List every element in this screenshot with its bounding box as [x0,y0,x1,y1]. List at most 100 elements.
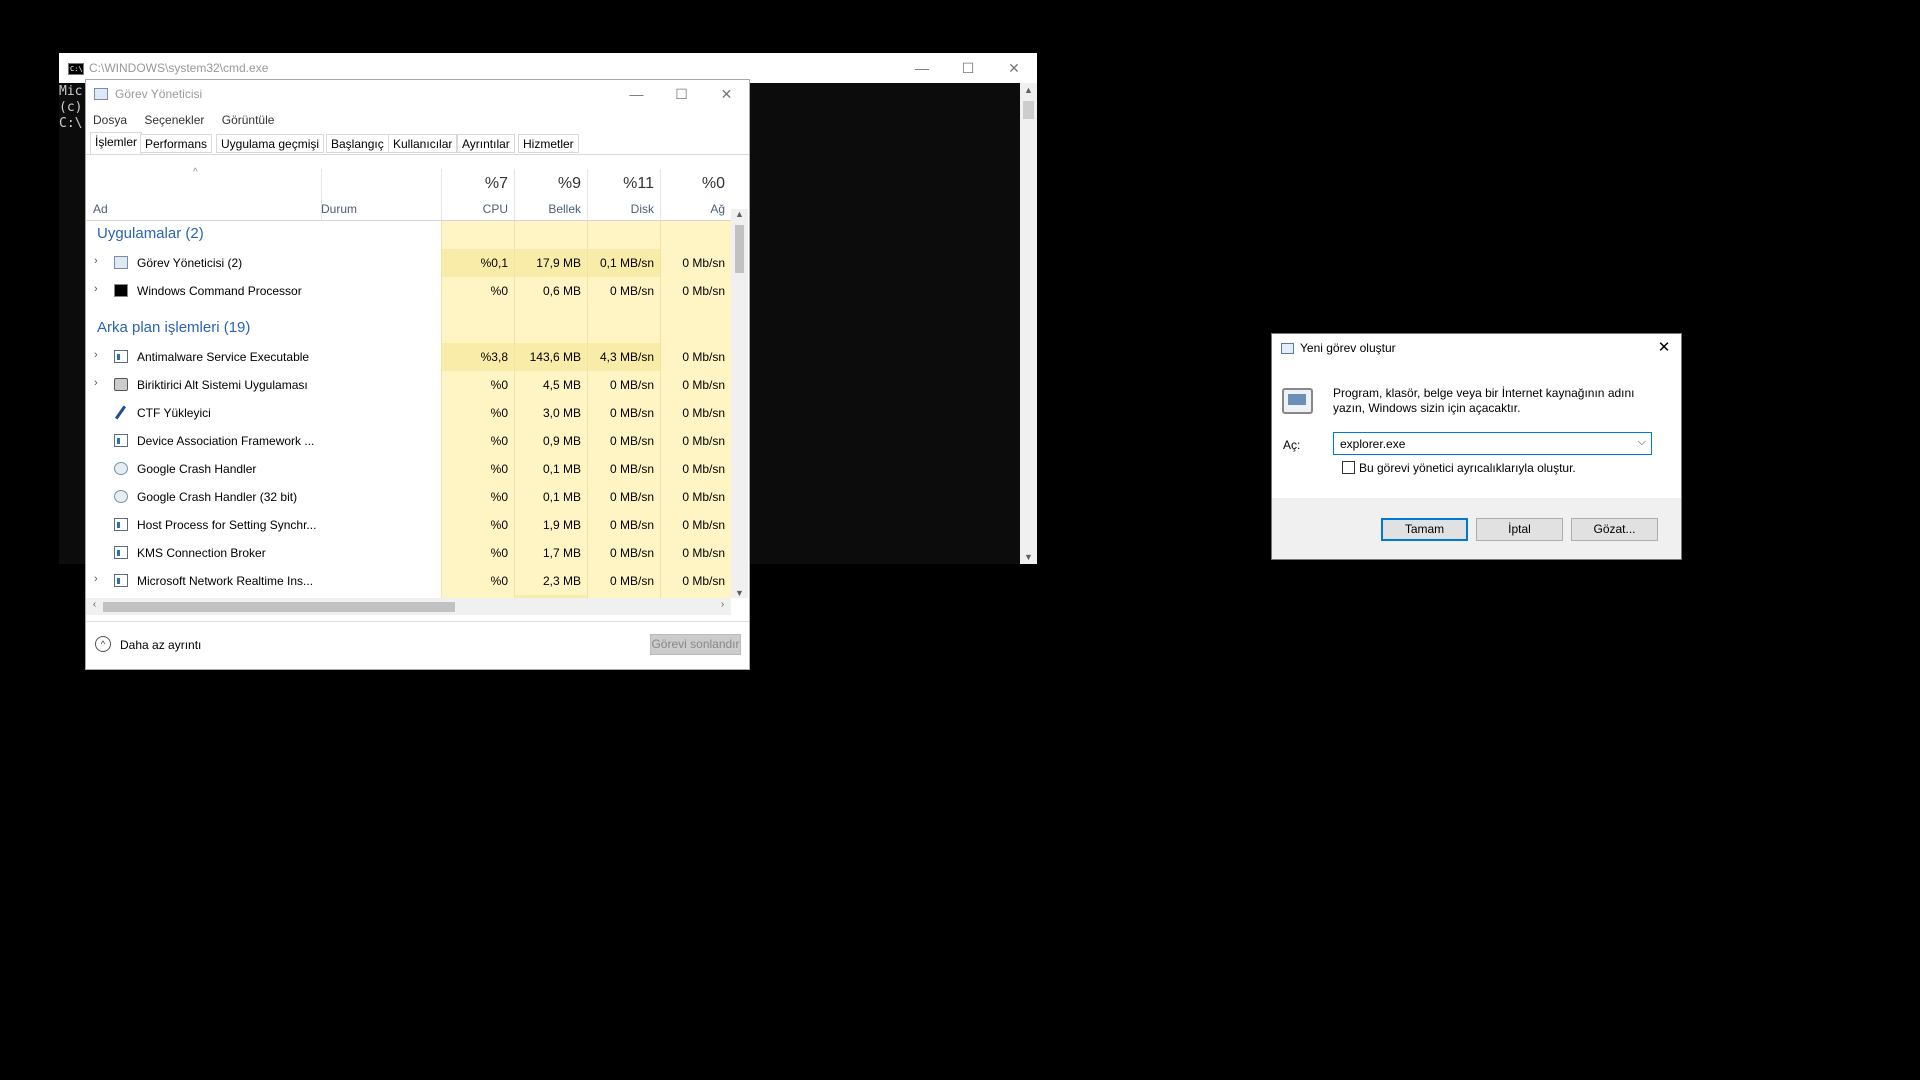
column-cpu[interactable]: %7 CPU [441,169,514,220]
expand-chevron-icon[interactable]: › [94,573,98,585]
tm-minimize-button[interactable]: — [614,80,659,108]
task-manager-window: Görev Yöneticisi — ☐ ✕ Dosya Seçenekler … [85,79,750,670]
disk-total: %11 [623,175,654,192]
table-row[interactable]: Google Crash Handler %0 0,1 MB 0 MB/sn 0… [86,455,731,483]
column-network[interactable]: %0 Ağ [660,169,731,220]
table-row[interactable]: › Görev Yöneticisi (2) %0,1 17,9 MB 0,1 … [86,249,731,277]
process-name: Host Process for Setting Synchr... [137,518,317,532]
table-row[interactable]: › Biriktirici Alt Sistemi Uygulaması %0 … [86,371,731,399]
scroll-down-arrow-icon[interactable]: ▼ [1020,552,1037,562]
process-list-vscrollbar[interactable]: ▲ ▼ [731,209,748,598]
table-row[interactable]: Google Crash Handler (32 bit) %0 0,1 MB … [86,483,731,511]
network-value: 0 Mb/sn [660,427,731,455]
menu-options[interactable]: Seçenekler [144,113,204,127]
service-window-icon [114,518,128,531]
process-name: Google Crash Handler [137,462,257,476]
memory-value: 0,6 MB [514,277,587,305]
cpu-value: %0 [441,483,514,511]
group-header-apps[interactable]: Uygulamalar (2) [86,221,731,249]
ok-button[interactable]: Tamam [1381,518,1468,541]
process-name: Biriktirici Alt Sistemi Uygulaması [137,378,308,392]
table-row[interactable]: CTF Yükleyici %0 3,0 MB 0 MB/sn 0 Mb/sn [86,399,731,427]
network-value: 0 Mb/sn [660,343,731,371]
expand-chevron-icon[interactable]: › [94,377,98,389]
column-memory[interactable]: %9 Bellek [514,169,587,220]
network-value: 0 Mb/sn [660,483,731,511]
cmd-scrollbar[interactable]: ▲ ▼ [1020,83,1037,564]
fewer-details-link[interactable]: Daha az ayrıntı [120,638,201,652]
group-header-background[interactable]: Arka plan işlemleri (19) [86,305,731,343]
column-disk[interactable]: %11 Disk [587,169,660,220]
column-status[interactable]: Durum [321,202,357,216]
cmd-app-icon: C:\ [68,63,84,75]
process-list-hscrollbar[interactable]: ‹ › [86,598,731,615]
cmd-line: C:\ [59,116,83,131]
network-value: 0 Mb/sn [660,539,731,567]
tab-users[interactable]: Kullanıcılar [388,134,458,153]
disk-value: 0 MB/sn [587,483,660,511]
memory-value: 1,9 MB [514,511,587,539]
cmd-title: C:\WINDOWS\system32\cmd.exe [89,61,269,75]
table-row[interactable]: › Windows Command Processor %0 0,6 MB 0 … [86,277,731,305]
admin-checkbox[interactable] [1342,461,1355,474]
cmd-output[interactable]: Mic (c) C:\ [59,84,82,132]
run-title-icon [1281,343,1294,354]
cancel-button[interactable]: İptal [1476,518,1563,541]
tab-details[interactable]: Ayrıntılar [457,134,515,153]
scroll-up-arrow-icon[interactable]: ▲ [731,209,748,219]
table-row[interactable]: › Antimalware Service Executable %3,8 14… [86,343,731,371]
admin-checkbox-label[interactable]: Bu görevi yönetici ayrıcalıklarıyla oluş… [1359,461,1576,475]
network-value: 0 Mb/sn [660,371,731,399]
service-window-icon [114,546,128,559]
browse-button[interactable]: Gözat... [1571,518,1658,541]
expand-chevron-icon[interactable]: › [94,349,98,361]
hscroll-thumb[interactable] [103,602,455,612]
scroll-left-arrow-icon[interactable]: ‹ [86,599,103,610]
open-combobox[interactable]: explorer.exe ⌵ [1333,432,1652,455]
tab-performance[interactable]: Performans [140,134,213,153]
table-row[interactable]: Host Process for Setting Synchr... %0 1,… [86,511,731,539]
tab-services[interactable]: Hizmetler [518,134,579,153]
tab-processes[interactable]: İşlemler [90,132,143,154]
menu-file[interactable]: Dosya [93,113,127,127]
tm-close-button[interactable]: ✕ [704,80,749,108]
dialog-close-button[interactable]: ✕ [1647,334,1681,362]
open-input[interactable]: explorer.exe [1340,437,1405,451]
memory-value: 3,0 MB [514,399,587,427]
cmd-scroll-thumb[interactable] [1023,101,1034,119]
disk-value: 0 MB/sn [587,455,660,483]
process-name: CTF Yükleyici [137,406,211,420]
scroll-right-arrow-icon[interactable]: › [714,599,731,610]
menu-view[interactable]: Görüntüle [222,113,275,127]
scroll-up-arrow-icon[interactable]: ▲ [1020,85,1037,95]
tab-app-history[interactable]: Uygulama geçmişi [216,134,325,153]
group-title: Uygulamalar (2) [97,225,204,242]
disk-value: 0 MB/sn [587,427,660,455]
table-row[interactable]: KMS Connection Broker %0 1,7 MB 0 MB/sn … [86,539,731,567]
expand-chevron-icon[interactable]: › [94,255,98,267]
dialog-description: Program, klasör, belge veya bir İnternet… [1333,386,1635,415]
column-name[interactable]: Ad [93,202,108,216]
scroll-down-arrow-icon[interactable]: ▼ [731,588,748,598]
cpu-value: %0,1 [441,249,514,277]
tm-maximize-button[interactable]: ☐ [659,80,704,108]
network-value: 0 Mb/sn [660,249,731,277]
table-row[interactable]: Device Association Framework ... %0 0,9 … [86,427,731,455]
tab-startup[interactable]: Başlangıç [326,134,389,153]
end-task-button[interactable]: Görevi sonlandır [650,634,741,655]
chevron-down-icon[interactable]: ⌵ [1638,436,1646,449]
disk-value: 4,3 MB/sn [587,343,660,371]
cmd-minimize-button[interactable]: — [899,53,945,83]
cmd-close-button[interactable]: ✕ [991,53,1037,83]
collapse-up-icon[interactable]: ^ [95,636,111,652]
network-value: 0 Mb/sn [660,455,731,483]
tab-bar: İşlemler Performans Uygulama geçmişi Baş… [86,132,749,155]
cmd-maximize-button[interactable]: ☐ [945,53,991,83]
memory-value: 0,1 MB [514,455,587,483]
table-row[interactable]: › Microsoft Network Realtime Ins... %0 2… [86,567,731,595]
expand-chevron-icon[interactable]: › [94,283,98,295]
cpu-value: %0 [441,539,514,567]
cpu-value: %0 [441,567,514,595]
process-name: Device Association Framework ... [137,434,315,448]
vscroll-thumb[interactable] [735,225,744,273]
